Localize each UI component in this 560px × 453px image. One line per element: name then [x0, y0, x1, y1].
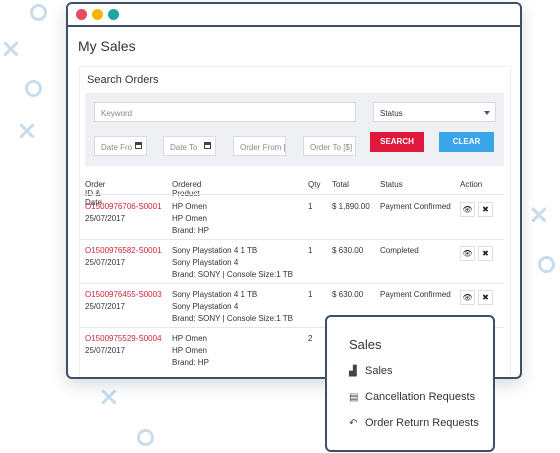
col-header-action: Action: [460, 180, 483, 189]
menu-item-order-return-requests[interactable]: ↶ Order Return Requests: [349, 417, 479, 429]
order-total: $ 1,890.00: [332, 202, 370, 211]
menu-item-label: Cancellation Requests: [365, 391, 476, 403]
col-header-product: Ordered Product: [172, 180, 202, 198]
menu-item-sales[interactable]: ▟ Sales: [349, 365, 393, 377]
chevron-down-icon: [484, 111, 490, 115]
keyword-placeholder: Keyword: [101, 109, 133, 118]
decor-cross: ×: [98, 382, 120, 412]
order-id-link[interactable]: O1500975529-S0004: [85, 333, 162, 345]
header-divider: [80, 194, 504, 195]
order-id-link[interactable]: O1500976582-S0001: [85, 245, 162, 257]
date-from-input[interactable]: Date Fro: [94, 136, 147, 156]
cancel-x-icon[interactable]: ✖: [478, 290, 493, 305]
bar-chart-icon: ▟: [349, 366, 357, 377]
view-eye-icon[interactable]: 👁: [460, 202, 475, 217]
view-eye-icon[interactable]: 👁: [460, 290, 475, 305]
document-icon: ▤: [349, 392, 359, 403]
window-titlebar: [68, 4, 520, 27]
panel-title: Search Orders: [87, 74, 159, 86]
date-to-placeholder: Date To: [170, 143, 198, 152]
date-from-placeholder: Date Fro: [101, 143, 133, 152]
decor-circle: [538, 256, 555, 273]
order-date: 25/07/2017: [85, 258, 126, 267]
order-qty: 1: [308, 290, 313, 299]
row-divider: [80, 239, 504, 240]
product-brand: Brand: SONY | Console Size:1 TB: [172, 270, 293, 279]
order-from-placeholder: Order From [: [240, 143, 286, 152]
close-window-button[interactable]: [76, 9, 87, 20]
order-date: 25/07/2017: [85, 346, 126, 355]
decor-cross: ×: [0, 34, 22, 64]
product-variant: HP Omen: [172, 214, 207, 223]
product-variant: HP Omen: [172, 346, 207, 355]
order-from-input[interactable]: Order From [: [233, 136, 286, 156]
order-qty: 1: [308, 246, 313, 255]
order-qty: 1: [308, 202, 313, 211]
menu-item-label: Sales: [365, 365, 393, 377]
menu-item-label: Order Return Requests: [365, 417, 479, 429]
product-variant: Sony Playstation 4: [172, 258, 239, 267]
clear-button[interactable]: CLEAR: [439, 132, 494, 152]
order-to-placeholder: Order To [$]: [310, 143, 353, 152]
product-variant: Sony Playstation 4: [172, 302, 239, 311]
product-brand: Brand: HP: [172, 226, 209, 235]
cancel-x-icon[interactable]: ✖: [478, 202, 493, 217]
sales-menu-popup: Sales ▟ Sales ▤ Cancellation Requests ↶ Ord…: [325, 315, 495, 452]
order-qty: 2: [308, 334, 313, 343]
status-select[interactable]: Status: [373, 102, 496, 122]
decor-cross: ×: [16, 116, 38, 146]
order-total: $ 630.00: [332, 290, 364, 299]
decor-circle: [137, 429, 154, 446]
minimize-window-button[interactable]: [92, 9, 103, 20]
order-total: $ 630.00: [332, 246, 364, 255]
order-id-link[interactable]: O1500976706-S0001: [85, 201, 162, 213]
calendar-icon[interactable]: [135, 142, 142, 149]
menu-item-cancellation-requests[interactable]: ▤ Cancellation Requests: [349, 391, 475, 403]
page-title: My Sales: [78, 38, 136, 54]
filter-box: Keyword Status Date Fro Date To Order Fr…: [85, 93, 504, 166]
cancel-x-icon[interactable]: ✖: [478, 246, 493, 261]
order-id-link[interactable]: O1500976455-S0003: [85, 289, 162, 301]
keyword-input[interactable]: Keyword: [94, 102, 356, 122]
maximize-window-button[interactable]: [108, 9, 119, 20]
product-name: HP Omen: [172, 202, 207, 211]
order-status: Payment Confirmed: [380, 290, 451, 299]
product-name: Sony Playstation 4 1 TB: [172, 246, 258, 255]
row-divider: [80, 283, 504, 284]
calendar-icon[interactable]: [204, 142, 211, 149]
product-brand: Brand: SONY | Console Size:1 TB: [172, 314, 293, 323]
col-header-total: Total: [332, 180, 349, 189]
decor-circle: [30, 4, 47, 21]
col-header-status: Status: [380, 180, 403, 189]
popup-title: Sales: [349, 337, 382, 352]
decor-circle: [25, 80, 42, 97]
order-status: Payment Confirmed: [380, 202, 451, 211]
search-button[interactable]: SEARCH: [370, 132, 424, 152]
order-date: 25/07/2017: [85, 302, 126, 311]
product-name: HP Omen: [172, 334, 207, 343]
product-brand: Brand: HP: [172, 358, 209, 367]
order-date: 25/07/2017: [85, 214, 126, 223]
date-to-input[interactable]: Date To: [163, 136, 216, 156]
status-select-label: Status: [380, 109, 403, 118]
view-eye-icon[interactable]: 👁: [460, 246, 475, 261]
col-header-qty: Qty: [308, 180, 321, 189]
product-name: Sony Playstation 4 1 TB: [172, 290, 258, 299]
order-status: Completed: [380, 246, 419, 255]
decor-cross: ×: [528, 200, 550, 230]
return-arrow-icon: ↶: [349, 418, 358, 429]
order-to-input[interactable]: Order To [$]: [303, 136, 356, 156]
